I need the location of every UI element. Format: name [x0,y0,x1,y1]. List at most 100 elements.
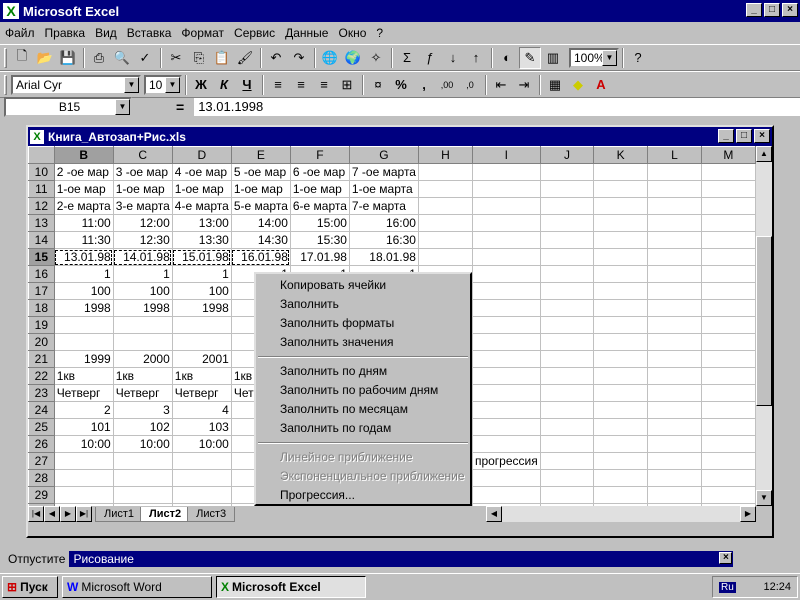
percent-button[interactable]: % [390,74,412,96]
prev-sheet-icon[interactable]: ◀ [44,506,60,522]
cell[interactable] [647,333,702,351]
cell[interactable] [647,265,702,283]
col-header[interactable]: L [647,146,702,164]
row-header[interactable]: 24 [28,401,55,419]
menu-item-1[interactable]: Правка [40,26,91,40]
cell[interactable] [593,333,649,351]
cell[interactable]: 12:00 [112,214,173,232]
cell[interactable] [471,333,541,351]
row-header[interactable]: 25 [28,418,55,436]
row-header[interactable]: 29 [28,486,55,504]
sheet-tab[interactable]: Лист1 [95,506,144,522]
cell[interactable] [539,384,595,402]
cell[interactable] [171,486,232,504]
cell[interactable] [539,418,595,436]
cell[interactable] [539,299,595,317]
map-icon[interactable]: ◐ [496,47,518,69]
cell[interactable] [539,316,595,334]
cell[interactable]: 16:00 [348,214,419,232]
cell[interactable] [112,316,173,334]
cell[interactable] [700,214,756,232]
cell[interactable] [539,197,595,215]
cell[interactable]: 1 [53,265,114,283]
cell[interactable] [700,248,756,266]
row-header[interactable]: 15 [28,248,55,266]
cell[interactable] [112,469,173,487]
menu-item[interactable]: Заполнить по годам [256,419,470,438]
cell[interactable]: 3 [112,401,173,419]
cell[interactable]: 102 [112,418,173,436]
cell[interactable] [539,248,595,266]
last-sheet-icon[interactable]: ▶| [76,506,92,522]
cell[interactable]: 100 [171,282,232,300]
cell[interactable]: 4-е марта [171,197,232,215]
cell[interactable]: 1кв [53,367,114,385]
col-header[interactable]: I [471,146,541,164]
cell[interactable]: 4 [171,401,232,419]
cell[interactable]: 1-ое мар [171,180,232,198]
cell[interactable] [647,367,702,385]
cell[interactable] [593,452,649,470]
comma-button[interactable]: , [413,74,435,96]
scroll-down-icon[interactable]: ▼ [756,490,772,506]
borders-icon[interactable]: ▦ [544,74,566,96]
bold-button[interactable]: Ж [190,74,212,96]
row-header[interactable]: 28 [28,469,55,487]
col-header[interactable]: M [700,146,756,164]
cell[interactable] [539,435,595,453]
first-sheet-icon[interactable]: |◀ [28,506,44,522]
cell[interactable] [647,180,702,198]
row-header[interactable]: 23 [28,384,55,402]
cell[interactable] [471,299,541,317]
row-header[interactable]: 26 [28,435,55,453]
sort-asc-icon[interactable]: ↓ [442,47,464,69]
drawing-icon[interactable]: ✎ [519,46,541,69]
cell[interactable] [539,231,595,249]
cell[interactable]: 2 [53,401,114,419]
increase-decimal-button[interactable]: ,00 [436,74,458,96]
drawing-toolbar-title[interactable]: Рисование × [69,551,734,567]
cell[interactable]: 100 [53,282,114,300]
cell[interactable] [171,452,232,470]
cell[interactable] [53,469,114,487]
minimize-button[interactable]: _ [746,3,762,17]
cell[interactable] [417,163,473,181]
cell[interactable]: 13:30 [171,231,232,249]
font-color-icon[interactable]: A [590,74,612,96]
row-header[interactable]: 20 [28,333,55,351]
cell[interactable] [417,214,473,232]
cell[interactable] [471,248,541,266]
cell[interactable] [539,350,595,368]
cell[interactable]: 6-е марта [289,197,350,215]
menu-item[interactable]: Заполнить по дням [256,362,470,381]
preview-icon[interactable]: 🔍 [111,47,133,69]
cell[interactable] [471,163,541,181]
cell[interactable] [471,282,541,300]
cell[interactable]: 1-ое мар [112,180,173,198]
cell[interactable]: 2001 [171,350,232,368]
col-header[interactable]: B [53,146,114,164]
cell[interactable]: 2 -ое мар [53,163,114,181]
scroll-left-icon[interactable]: ◀ [486,506,502,522]
cell[interactable]: 7 -ое марта [348,163,419,181]
align-left-icon[interactable]: ≡ [267,74,289,96]
cell[interactable]: 13.01.98 [53,248,114,266]
cell[interactable]: Четверг [53,384,114,402]
cell[interactable] [417,180,473,198]
italic-button[interactable]: К [213,74,235,96]
cell[interactable]: Четверг [112,384,173,402]
doc-close-button[interactable]: × [754,129,770,143]
row-header[interactable]: 22 [28,367,55,385]
cell[interactable] [700,401,756,419]
cell[interactable] [647,401,702,419]
next-sheet-icon[interactable]: ▶ [60,506,76,522]
cell[interactable]: 10:00 [53,435,114,453]
row-header[interactable]: 10 [28,163,55,181]
horizontal-scrollbar[interactable]: ◀ ▶ [486,506,756,522]
row-header[interactable]: 13 [28,214,55,232]
menu-item[interactable]: Заполнить по месяцам [256,400,470,419]
close-button[interactable]: × [782,3,798,17]
font-select[interactable]: Arial Cyr ▼ [11,74,141,95]
cell[interactable] [647,163,702,181]
cell[interactable]: 15:00 [289,214,350,232]
